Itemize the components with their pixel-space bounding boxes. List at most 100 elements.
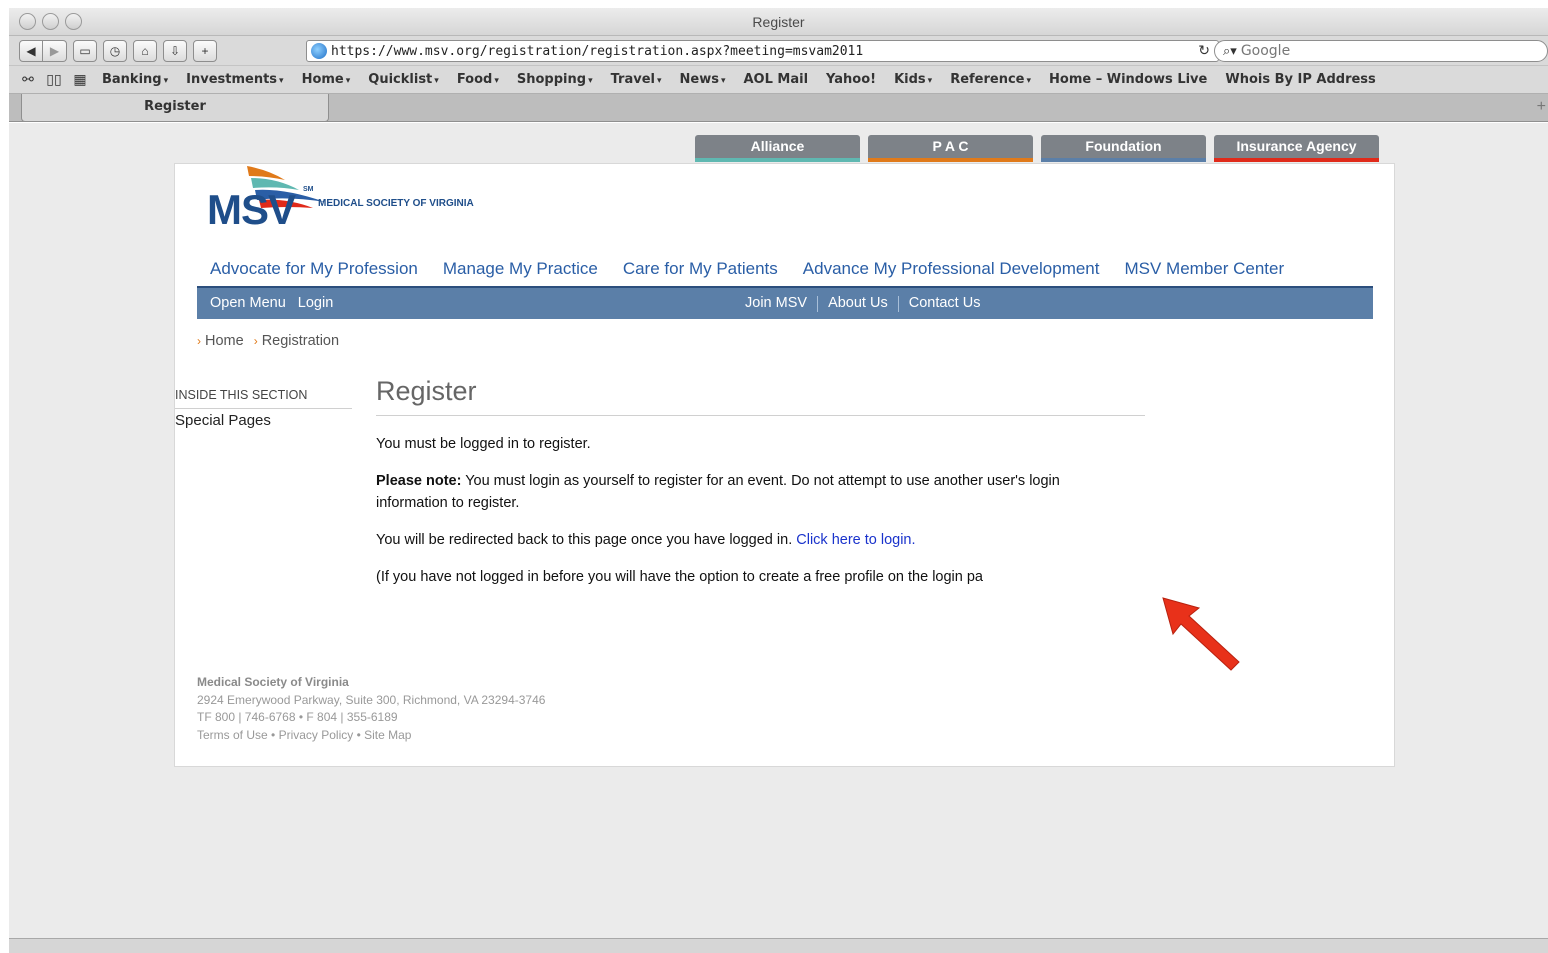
download-icon: ⇩ [169, 43, 181, 58]
main-nav-item[interactable]: Advance My Professional Development [803, 259, 1100, 279]
affiliate-tabs: Alliance P A C Foundation Insurance Agency [695, 135, 1379, 162]
bookmarks-book-icon[interactable]: ▯▯ [41, 72, 67, 88]
back-button[interactable]: ◀ [19, 39, 43, 62]
forward-arrow-icon: ▶ [49, 43, 60, 58]
bookmark-label: Kids [894, 72, 926, 87]
chevron-down-icon: ▾ [345, 76, 351, 86]
breadcrumb-current[interactable]: › Registration [254, 333, 339, 349]
plus-icon: + [201, 43, 209, 58]
forward-button[interactable]: ▶ [43, 39, 67, 62]
bookmark-item[interactable]: Banking ▾ [93, 72, 177, 87]
sitemap-link[interactable]: Site Map [364, 728, 411, 742]
bookmark-label: Quicklist [368, 72, 433, 87]
redirect-body: You will be redirected back to this page… [376, 532, 797, 548]
privacy-link[interactable]: Privacy Policy [279, 728, 354, 742]
chevron-down-icon: ▾ [494, 76, 499, 86]
reading-list-icon[interactable]: ⚯ [15, 72, 41, 88]
browser-toolbar: ◀ ▶ ▭ ◷ ⌂ ⇩ + https://www.msv.org/regist… [9, 36, 1548, 66]
terms-link[interactable]: Terms of Use [197, 728, 268, 742]
breadcrumb-home[interactable]: › Home [197, 333, 244, 349]
bookmark-item[interactable]: Food ▾ [448, 72, 508, 87]
bookmark-label: Food [456, 72, 493, 87]
bookmark-item[interactable]: AOL Mail [734, 72, 817, 87]
bookmark-label: Shopping [516, 72, 587, 87]
about-us-link[interactable]: About Us [828, 295, 888, 312]
main-nav-item[interactable]: Advocate for My Profession [210, 259, 418, 279]
search-icon: ⌕▾ [1223, 43, 1237, 59]
home-button[interactable]: ⌂ [133, 39, 157, 62]
please-note-label: Please note: [376, 473, 462, 489]
back-forward-group: ◀ ▶ [19, 39, 67, 62]
bookmark-list: Banking ▾ Investments ▾ Home ▾ Quicklist ▾ Food ▾… [93, 72, 1385, 87]
nav-divider [897, 296, 899, 312]
chevron-down-icon: ▾ [163, 76, 169, 86]
redirect-text: You will be redirected back to this page… [376, 529, 1096, 551]
add-bookmark-button[interactable]: + [193, 39, 217, 62]
tab-bar: Register + [9, 94, 1548, 122]
new-tab-icon[interactable]: + [1537, 98, 1546, 116]
chevron-down-icon: ▾ [656, 76, 662, 86]
bookmark-item[interactable]: Travel ▾ [602, 72, 671, 87]
main-nav-item[interactable]: Manage My Practice [443, 259, 598, 279]
breadcrumb-current-label: Registration [261, 333, 340, 349]
bookmark-item[interactable]: Whois By IP Address [1216, 72, 1384, 87]
book-icon: ▭ [79, 43, 91, 58]
logo-service-mark: SM [303, 186, 314, 193]
history-button[interactable]: ◷ [103, 39, 127, 62]
red-arrow-annotation-icon [1162, 597, 1240, 671]
join-msv-link[interactable]: Join MSV [745, 295, 807, 312]
page-viewport: Alliance P A C Foundation Insurance Agency … [9, 123, 1548, 938]
utility-navbar: Open Menu Login Join MSV About Us Contac… [197, 286, 1373, 319]
open-menu-link[interactable]: Open Menu [210, 295, 286, 311]
login-link-inline[interactable]: Click here to login. [796, 532, 915, 548]
bookmark-label: Whois By IP Address [1225, 72, 1376, 87]
bookmark-label: Home – Windows Live [1049, 72, 1208, 87]
footer-links: Terms of Use • Privacy Policy • Site Map [197, 727, 545, 745]
footer-bullet: • [353, 727, 365, 742]
main-nav-item[interactable]: Care for My Patients [623, 259, 778, 279]
bookmark-item[interactable]: Reference ▾ [941, 72, 1040, 87]
bookmark-item[interactable]: News ▾ [671, 72, 735, 87]
bookmark-label: Travel [610, 72, 655, 87]
bookmark-item[interactable]: Home ▾ [293, 72, 360, 87]
affiliate-tab[interactable]: Foundation [1041, 135, 1206, 162]
affiliate-tab[interactable]: P A C [868, 135, 1033, 162]
affiliate-tab[interactable]: Alliance [695, 135, 860, 162]
footer-org-name: Medical Society of Virginia [197, 675, 349, 689]
please-note-text: Please note: You must login as yourself … [376, 470, 1096, 514]
free-profile-text: (If you have not logged in before you wi… [376, 569, 983, 585]
footer-address: 2924 Emerywood Parkway, Suite 300, Richm… [197, 692, 546, 707]
chevron-down-icon: ▾ [720, 76, 726, 86]
address-url: https://www.msv.org/registration/registr… [331, 43, 864, 59]
breadcrumb: › Home › Registration [197, 333, 339, 349]
login-link[interactable]: Login [298, 295, 333, 311]
chevron-down-icon: ▾ [1026, 76, 1032, 86]
bookmark-item[interactable]: Kids ▾ [885, 72, 941, 87]
bookmark-label: Home [301, 72, 344, 87]
reader-button[interactable]: ▭ [73, 39, 97, 62]
bookmark-label: Reference [950, 72, 1025, 87]
chevron-down-icon: ▾ [588, 76, 593, 86]
bookmark-item[interactable]: Quicklist ▾ [359, 72, 448, 87]
site-footer: Medical Society of Virginia 2924 Emerywo… [197, 674, 545, 744]
download-button[interactable]: ⇩ [163, 39, 187, 62]
sidebar-item-special-pages[interactable]: Special Pages [175, 412, 271, 429]
address-bar[interactable]: https://www.msv.org/registration/registr… [306, 40, 1219, 62]
logo-subtitle: MEDICAL SOCIETY OF VIRGINIA [318, 198, 474, 209]
bookmark-item[interactable]: Shopping ▾ [508, 72, 602, 87]
globe-icon [311, 43, 327, 59]
bookmark-item[interactable]: Yahoo! [817, 72, 885, 87]
main-nav-item[interactable]: MSV Member Center [1124, 259, 1284, 279]
chevron-down-icon: ▾ [279, 76, 284, 86]
bookmark-item[interactable]: Investments ▾ [177, 72, 292, 87]
chevron-down-icon: ▾ [927, 76, 933, 86]
top-sites-grid-icon[interactable]: ▦ [67, 72, 93, 88]
contact-us-link[interactable]: Contact Us [909, 295, 981, 312]
sidebar-heading: INSIDE THIS SECTION [175, 388, 352, 409]
affiliate-tab[interactable]: Insurance Agency [1214, 135, 1379, 162]
search-field[interactable]: ⌕▾ Google [1214, 40, 1548, 62]
tab-register[interactable]: Register [21, 94, 329, 122]
bookmark-item[interactable]: Home – Windows Live [1040, 72, 1216, 87]
reload-icon[interactable]: ↻ [1198, 43, 1210, 59]
logo-wordmark[interactable]: MSV [207, 186, 296, 234]
